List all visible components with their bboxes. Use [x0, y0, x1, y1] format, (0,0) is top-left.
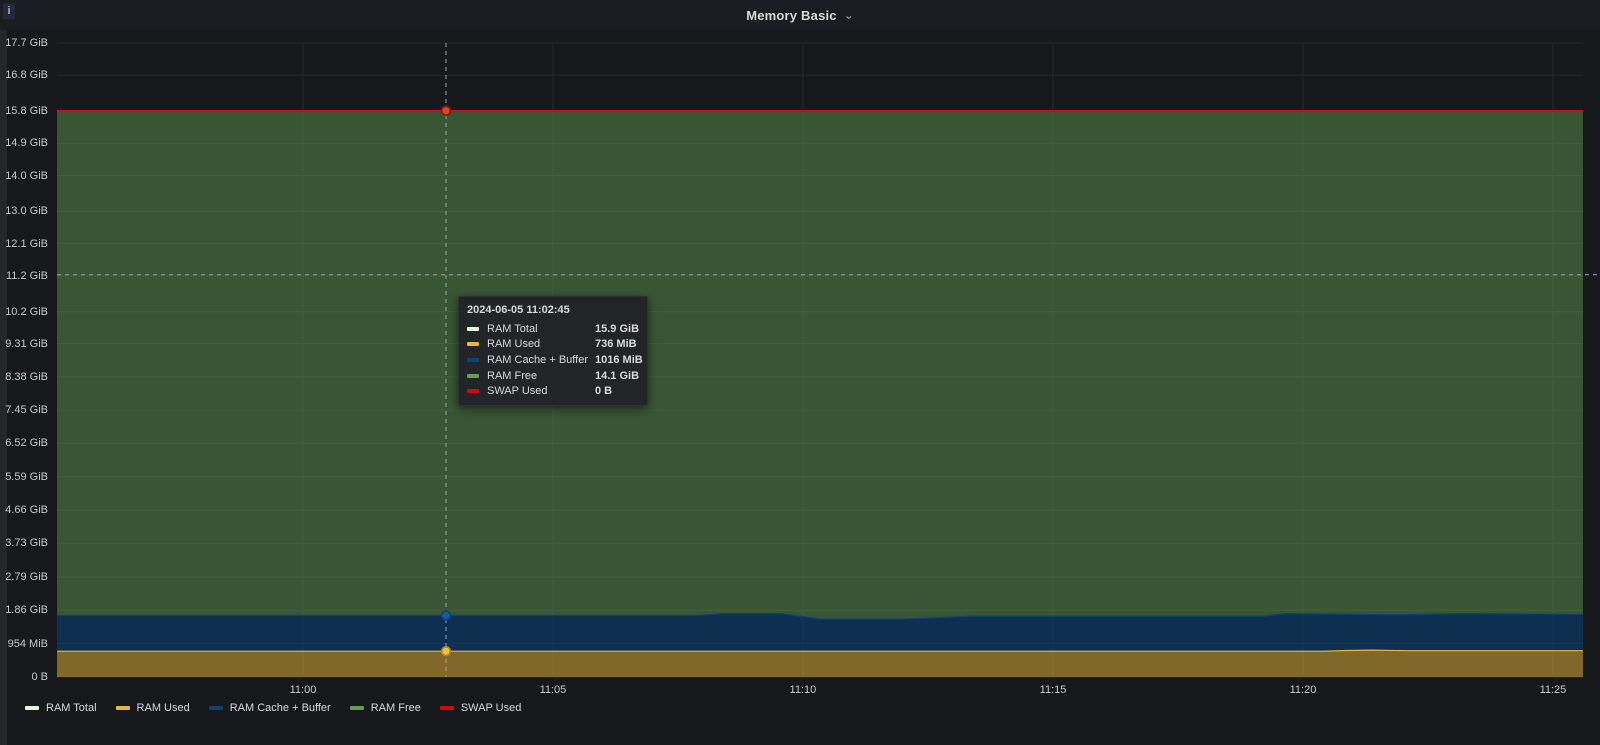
- hover-point-ram-cache-buffer: [443, 612, 450, 619]
- x-tick-label: 11:10: [790, 684, 817, 696]
- hover-point-swap-used: [443, 107, 450, 114]
- tooltip-series-name: SWAP Used: [487, 385, 595, 397]
- series-color-icon: [209, 706, 223, 710]
- series-color-icon: [440, 706, 454, 710]
- y-tick-label: 8.38 GiB: [0, 371, 48, 383]
- y-tick-label: 13.0 GiB: [0, 205, 48, 217]
- tooltip-row-ram-free: RAM Free14.1 GiB: [467, 368, 639, 384]
- x-tick-label: 11:00: [290, 684, 317, 696]
- y-tick-label: 0 B: [0, 671, 48, 683]
- legend-item-ram-total[interactable]: RAM Total: [25, 702, 97, 714]
- series-color-icon: [467, 389, 479, 393]
- tooltip-timestamp: 2024-06-05 11:02:45: [467, 304, 639, 316]
- series-areas: [57, 111, 1583, 677]
- legend-item-ram-used[interactable]: RAM Used: [116, 702, 190, 714]
- chart-legend: RAM Total RAM Used RAM Cache + Buffer RAM F…: [25, 700, 521, 716]
- area-ram-free: [57, 111, 1583, 619]
- y-tick-label: 2.79 GiB: [0, 571, 48, 583]
- series-color-icon: [116, 706, 130, 710]
- y-tick-label: 9.31 GiB: [0, 338, 48, 350]
- legend-label: RAM Cache + Buffer: [230, 702, 331, 714]
- tooltip-row-ram-total: RAM Total15.9 GiB: [467, 321, 639, 337]
- x-tick-label: 11:25: [1540, 684, 1567, 696]
- x-tick-label: 11:15: [1040, 684, 1067, 696]
- x-tick-label: 11:05: [540, 684, 567, 696]
- y-tick-label: 10.2 GiB: [0, 306, 48, 318]
- y-tick-label: 17.7 GiB: [0, 37, 48, 49]
- tooltip-series-value: 736 MiB: [595, 338, 637, 350]
- hover-point-ram-used: [443, 648, 450, 655]
- tooltip-series-value: 14.1 GiB: [595, 370, 639, 382]
- chart-tooltip: 2024-06-05 11:02:45 RAM Total15.9 GiBRAM…: [458, 296, 648, 406]
- tooltip-row-ram-used: RAM Used736 MiB: [467, 337, 639, 353]
- y-tick-label: 5.59 GiB: [0, 471, 48, 483]
- tooltip-row-ram-cache-buffer: RAM Cache + Buffer1016 MiB: [467, 352, 639, 368]
- series-color-icon: [350, 706, 364, 710]
- y-tick-label: 4.66 GiB: [0, 504, 48, 516]
- legend-item-ram-free[interactable]: RAM Free: [350, 702, 421, 714]
- series-color-icon: [467, 342, 479, 346]
- tooltip-series-value: 0 B: [595, 385, 612, 397]
- grafana-panel: Memory Basic ⌄ i 17.7 GiB16.8 GiB15.8 Gi…: [0, 0, 1600, 745]
- series-color-icon: [467, 374, 479, 378]
- tooltip-series-value: 15.9 GiB: [595, 323, 639, 335]
- x-tick-label: 11:20: [1290, 684, 1317, 696]
- legend-label: RAM Used: [137, 702, 190, 714]
- series-color-icon: [25, 706, 39, 710]
- series-color-icon: [467, 327, 479, 331]
- y-tick-label: 12.1 GiB: [0, 238, 48, 250]
- legend-item-ram-cache-buffer[interactable]: RAM Cache + Buffer: [209, 702, 331, 714]
- memory-chart[interactable]: [0, 0, 1600, 745]
- tooltip-series-name: RAM Free: [487, 370, 595, 382]
- y-tick-label: 15.8 GiB: [0, 105, 48, 117]
- tooltip-series-name: RAM Cache + Buffer: [487, 354, 595, 366]
- y-tick-label: 16.8 GiB: [0, 69, 48, 81]
- tooltip-row-swap-used: SWAP Used0 B: [467, 383, 639, 399]
- y-tick-label: 3.73 GiB: [0, 537, 48, 549]
- legend-label: RAM Total: [46, 702, 97, 714]
- legend-item-swap-used[interactable]: SWAP Used: [440, 702, 522, 714]
- tooltip-series-value: 1016 MiB: [595, 354, 643, 366]
- area-ram-used: [57, 650, 1583, 677]
- legend-label: SWAP Used: [461, 702, 522, 714]
- y-tick-label: 7.45 GiB: [0, 404, 48, 416]
- y-tick-label: 14.0 GiB: [0, 170, 48, 182]
- legend-label: RAM Free: [371, 702, 421, 714]
- y-tick-label: 14.9 GiB: [0, 137, 48, 149]
- series-color-icon: [467, 358, 479, 362]
- y-tick-label: 1.86 GiB: [0, 604, 48, 616]
- y-tick-label: 11.2 GiB: [0, 270, 48, 282]
- tooltip-series-name: RAM Used: [487, 338, 595, 350]
- tooltip-series-name: RAM Total: [487, 323, 595, 335]
- y-tick-label: 6.52 GiB: [0, 437, 48, 449]
- y-tick-label: 954 MiB: [0, 638, 48, 650]
